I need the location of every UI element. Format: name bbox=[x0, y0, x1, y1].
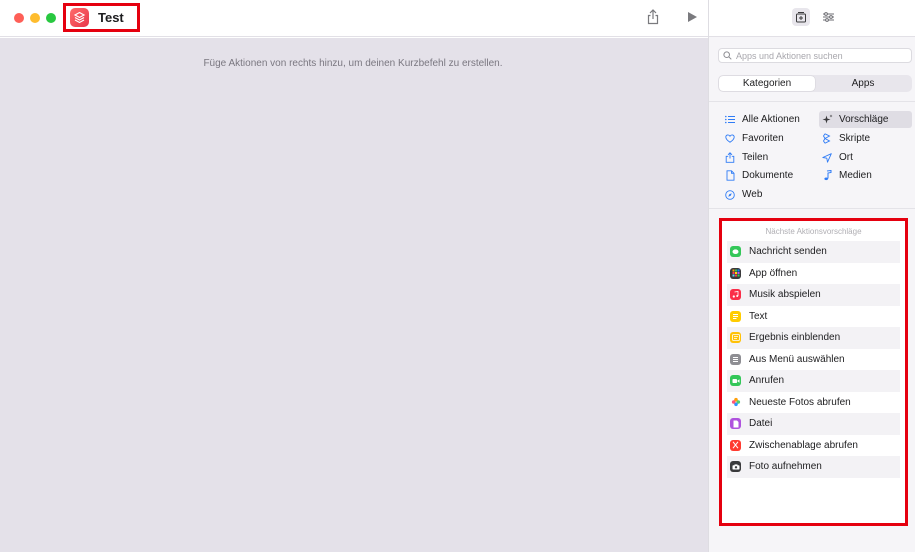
action-neueste-fotos-abrufen[interactable]: Neueste Fotos abrufen bbox=[727, 392, 900, 414]
library-toolbar bbox=[709, 0, 915, 37]
action-label: Musik abspielen bbox=[749, 289, 821, 301]
action-label: Zwischenablage abrufen bbox=[749, 439, 858, 451]
minimize-window-button[interactable] bbox=[30, 13, 40, 23]
category-alle-aktionen[interactable]: Alle Aktionen bbox=[722, 111, 818, 128]
music-icon bbox=[730, 289, 741, 301]
action-aus-menue-auswaehlen[interactable]: Aus Menü auswählen bbox=[727, 349, 900, 371]
category-label: Ort bbox=[839, 152, 853, 163]
action-datei[interactable]: Datei bbox=[727, 413, 900, 435]
action-label: Aus Menü auswählen bbox=[749, 353, 845, 365]
messages-icon bbox=[730, 246, 741, 258]
category-ort[interactable]: Ort bbox=[819, 149, 912, 166]
tab-kategorien[interactable]: Kategorien bbox=[719, 76, 815, 91]
action-label: Ergebnis einblenden bbox=[749, 332, 841, 344]
action-library-button[interactable] bbox=[792, 8, 810, 26]
scripts-icon bbox=[821, 133, 833, 145]
zoom-window-button[interactable] bbox=[46, 13, 56, 23]
action-ergebnis-einblenden[interactable]: Ergebnis einblenden bbox=[727, 327, 900, 349]
camera-icon bbox=[730, 461, 741, 473]
share-icon bbox=[724, 152, 736, 164]
play-icon bbox=[688, 12, 697, 22]
action-label: Foto aufnehmen bbox=[749, 461, 822, 473]
text-icon bbox=[730, 310, 741, 322]
tab-apps[interactable]: Apps bbox=[815, 76, 911, 91]
share-icon bbox=[647, 9, 659, 25]
category-label: Web bbox=[742, 189, 763, 200]
app-grid-icon bbox=[730, 267, 741, 279]
action-label: Neueste Fotos abrufen bbox=[749, 396, 851, 408]
category-dokumente[interactable]: Dokumente bbox=[722, 167, 818, 184]
search-placeholder: Apps und Aktionen suchen bbox=[736, 50, 843, 61]
shortcut-icon[interactable] bbox=[70, 8, 89, 27]
shortcut-title-area[interactable]: Test bbox=[63, 3, 140, 32]
music-note-icon bbox=[821, 170, 833, 182]
sparkles-icon bbox=[821, 114, 833, 126]
document-icon bbox=[724, 170, 736, 182]
action-label: App öffnen bbox=[749, 267, 798, 279]
search-icon bbox=[723, 51, 732, 60]
suggestions-list: Nachricht senden App öffnen Musik abspie… bbox=[727, 241, 900, 478]
file-icon bbox=[730, 418, 741, 430]
category-label: Favoriten bbox=[742, 133, 784, 144]
category-teilen[interactable]: Teilen bbox=[722, 149, 818, 166]
location-arrow-icon bbox=[821, 152, 833, 164]
category-label: Alle Aktionen bbox=[742, 114, 800, 125]
run-button[interactable] bbox=[683, 8, 701, 26]
action-text[interactable]: Text bbox=[727, 306, 900, 328]
result-icon bbox=[730, 332, 741, 344]
clipboard-icon bbox=[730, 439, 741, 451]
category-web[interactable]: Web bbox=[722, 186, 818, 203]
action-foto-aufnehmen[interactable]: Foto aufnehmen bbox=[727, 456, 900, 478]
action-label: Nachricht senden bbox=[749, 246, 827, 258]
category-favoriten[interactable]: Favoriten bbox=[722, 130, 818, 147]
action-label: Text bbox=[749, 310, 768, 322]
action-library-pane: Apps und Aktionen suchen Kategorien Apps… bbox=[708, 0, 915, 552]
action-label: Datei bbox=[749, 418, 773, 430]
category-label: Skripte bbox=[839, 133, 871, 144]
heart-icon bbox=[724, 133, 736, 145]
action-zwischenablage-abrufen[interactable]: Zwischenablage abrufen bbox=[727, 435, 900, 457]
category-label: Dokumente bbox=[742, 170, 794, 181]
shortcut-title[interactable]: Test bbox=[98, 10, 124, 25]
share-button[interactable] bbox=[644, 8, 662, 26]
close-window-button[interactable] bbox=[14, 13, 24, 23]
sliders-icon bbox=[822, 12, 834, 22]
empty-editor-hint: Füge Aktionen von rechts hinzu, um deine… bbox=[203, 58, 503, 69]
action-app-oeffnen[interactable]: App öffnen bbox=[727, 263, 900, 285]
category-vorschlaege[interactable]: Vorschläge bbox=[819, 111, 912, 128]
category-label: Medien bbox=[839, 170, 872, 181]
suggestions-panel: Nächste Aktionsvorschläge Nachricht send… bbox=[719, 218, 908, 526]
category-grid: Alle Aktionen Favoriten Teilen Dokumente… bbox=[709, 101, 915, 209]
action-anrufen[interactable]: Anrufen bbox=[727, 370, 900, 392]
action-label: Anrufen bbox=[749, 375, 785, 387]
suggestions-heading: Nächste Aktionsvorschläge bbox=[765, 227, 862, 236]
action-search-field[interactable]: Apps und Aktionen suchen bbox=[718, 48, 912, 63]
shortcut-details-button[interactable] bbox=[819, 8, 837, 26]
action-nachricht-senden[interactable]: Nachricht senden bbox=[727, 241, 900, 263]
shortcut-editor-canvas[interactable]: Füge Aktionen von rechts hinzu, um deine… bbox=[0, 38, 708, 552]
menu-icon bbox=[730, 353, 741, 365]
editor-pane: Test Füge Aktionen von rechts hinzu, um … bbox=[0, 0, 708, 552]
category-label: Vorschläge bbox=[839, 114, 889, 125]
library-add-icon bbox=[796, 12, 806, 23]
facetime-icon bbox=[730, 375, 741, 387]
list-icon bbox=[724, 114, 736, 126]
library-segmented-control: Kategorien Apps bbox=[718, 75, 912, 92]
category-label: Teilen bbox=[742, 152, 769, 163]
window-titlebar: Test bbox=[0, 0, 708, 37]
action-musik-abspielen[interactable]: Musik abspielen bbox=[727, 284, 900, 306]
photos-icon bbox=[730, 396, 741, 408]
compass-icon bbox=[724, 189, 736, 201]
category-medien[interactable]: Medien bbox=[819, 167, 912, 184]
category-skripte[interactable]: Skripte bbox=[819, 130, 912, 147]
